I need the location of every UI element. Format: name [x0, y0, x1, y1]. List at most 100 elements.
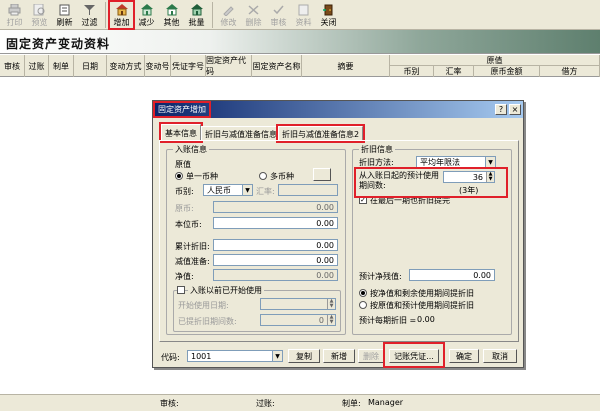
reduce-label: 减少: [138, 18, 155, 27]
single-currency-radio[interactable]: [175, 172, 183, 180]
tab-panel: 入账信息 原值 单一币种 多币种 币别: 人民币 ▼ 汇率: 原币: 0.00 …: [159, 140, 519, 342]
preview-button[interactable]: 预览: [27, 1, 52, 29]
status-maker: 制单:: [342, 399, 361, 408]
monthly-value: 0.00: [417, 315, 435, 324]
tab-basic-info[interactable]: 基本信息: [159, 122, 203, 143]
col-rate[interactable]: 汇率: [434, 66, 474, 77]
impairment-field[interactable]: 0.00: [213, 254, 338, 266]
impairment-label: 减值准备:: [175, 257, 210, 266]
salvage-label: 预计净残值:: [359, 272, 402, 281]
delete-button[interactable]: 删除: [241, 1, 266, 29]
currency-detail-button[interactable]: [313, 168, 331, 181]
single-currency-label: 单一币种: [186, 172, 218, 181]
col-summary[interactable]: 摘要: [302, 55, 390, 77]
code-label: 代码:: [161, 353, 180, 362]
depr-periods-field[interactable]: 0 ▲ ▼: [260, 314, 336, 326]
currency-select[interactable]: 人民币 ▼: [203, 184, 253, 196]
copy-button[interactable]: 复制: [288, 349, 320, 363]
other-label: 其他: [163, 18, 180, 27]
net-value-label: 净值:: [175, 272, 194, 281]
dialog-titlebar[interactable]: 固定资产增加 ? ×: [153, 101, 523, 118]
chevron-down-icon: ▼: [272, 351, 282, 361]
depr-periods-label: 已提折旧期间数:: [178, 317, 237, 326]
add-button[interactable]: 增加: [108, 0, 135, 30]
reduce-house-icon: [140, 3, 154, 16]
rate-label: 汇率:: [256, 187, 275, 196]
add-label: 增加: [113, 18, 130, 27]
entry-info-title: 入账信息: [173, 144, 209, 155]
col-debit[interactable]: 借方: [540, 66, 600, 77]
audit-label: 审核: [270, 18, 287, 27]
other-button[interactable]: 其他: [159, 1, 184, 29]
chevron-down-icon: ▼: [485, 157, 495, 167]
ok-button[interactable]: 确定: [449, 349, 479, 363]
code-select[interactable]: 1001 ▼: [187, 350, 283, 362]
col-currency[interactable]: 币别: [390, 66, 434, 77]
filter-button[interactable]: 过滤: [77, 1, 102, 29]
close-button[interactable]: 关闭: [316, 1, 341, 29]
base-currency-label: 本位币:: [175, 220, 202, 229]
col-orig-amount[interactable]: 原币金额: [474, 66, 540, 77]
grid-header: 审核 过账 制单 日期 变动方式 变动号 凭证字号 固定资产代码 固定资产名称 …: [0, 55, 600, 77]
audit-icon: [272, 3, 286, 16]
col-change-method[interactable]: 变动方式: [107, 55, 145, 77]
col-voucher-no[interactable]: 凭证字号: [171, 55, 206, 77]
audit-button[interactable]: 审核: [266, 1, 291, 29]
data-icon: [297, 3, 311, 16]
original-value-label: 原值: [175, 160, 191, 169]
accum-depr-field[interactable]: 0.00: [213, 239, 338, 251]
prior-use-label: 入账以前已开始使用: [188, 285, 264, 296]
multi-currency-label: 多币种: [270, 172, 294, 181]
net-value-field[interactable]: 0.00: [213, 269, 338, 281]
opt-original-radio[interactable]: [359, 301, 367, 309]
prior-use-checkbox[interactable]: [177, 286, 185, 294]
cancel-button[interactable]: 取消: [483, 349, 517, 363]
tab-depreciation-2[interactable]: 折旧与减值准备信息2: [275, 124, 366, 143]
opt-original-label: 按原值和预计使用期间提折旧: [370, 301, 474, 310]
new-button[interactable]: 新增: [323, 349, 355, 363]
salvage-field[interactable]: 0.00: [409, 269, 495, 281]
base-currency-field[interactable]: 0.00: [213, 217, 338, 229]
add-house-icon: [115, 3, 129, 16]
delete-icon: [247, 3, 261, 16]
col-asset-code[interactable]: 固定资产代码: [206, 55, 252, 77]
col-date[interactable]: 日期: [74, 55, 107, 77]
entry-info-group: 入账信息 原值 单一币种 多币种 币别: 人民币 ▼ 汇率: 原币: 0.00 …: [166, 144, 346, 335]
edit-button[interactable]: 修改: [216, 1, 241, 29]
status-audit: 审核:: [160, 399, 179, 408]
page-banner: 固定资产变动资料: [0, 30, 600, 54]
col-original-value-group: 原值: [390, 55, 600, 66]
orig-currency-field[interactable]: 0.00: [213, 201, 338, 213]
delete-record-button[interactable]: 删除: [358, 349, 384, 363]
rate-field[interactable]: [278, 184, 338, 196]
method-value: 平均年限法: [420, 157, 460, 167]
status-post: 过账:: [256, 399, 275, 408]
filter-icon: [83, 3, 97, 16]
close-door-icon: [322, 3, 336, 16]
close-icon[interactable]: ×: [509, 104, 521, 115]
print-button[interactable]: 打印: [2, 1, 27, 29]
tab-depreciation-1[interactable]: 折旧与减值准备信息1: [201, 126, 287, 141]
dialog-title: 固定资产增加: [153, 101, 211, 118]
delete-label: 删除: [245, 18, 262, 27]
currency-label: 币别:: [175, 187, 194, 196]
batch-label: 批量: [188, 18, 205, 27]
data-button[interactable]: 资料: [291, 1, 316, 29]
col-audit[interactable]: 审核: [0, 55, 25, 77]
status-bar: 审核: 过账: 制单: Manager: [0, 394, 600, 411]
preview-icon: [33, 3, 47, 16]
help-icon[interactable]: ?: [495, 104, 507, 115]
opt-remaining-radio[interactable]: [359, 289, 367, 297]
other-house-icon: [165, 3, 179, 16]
col-change-no[interactable]: 变动号: [145, 55, 171, 77]
col-asset-name[interactable]: 固定资产名称: [252, 55, 302, 77]
refresh-button[interactable]: 刷新: [52, 1, 77, 29]
multi-currency-radio[interactable]: [259, 172, 267, 180]
status-maker-name: Manager: [368, 398, 404, 407]
col-maker[interactable]: 制单: [49, 55, 74, 77]
data-label: 资料: [295, 18, 312, 27]
col-post[interactable]: 过账: [25, 55, 49, 77]
batch-button[interactable]: 批量: [184, 1, 209, 29]
reduce-button[interactable]: 减少: [134, 1, 159, 29]
start-date-field[interactable]: ▲ ▼: [260, 298, 336, 310]
